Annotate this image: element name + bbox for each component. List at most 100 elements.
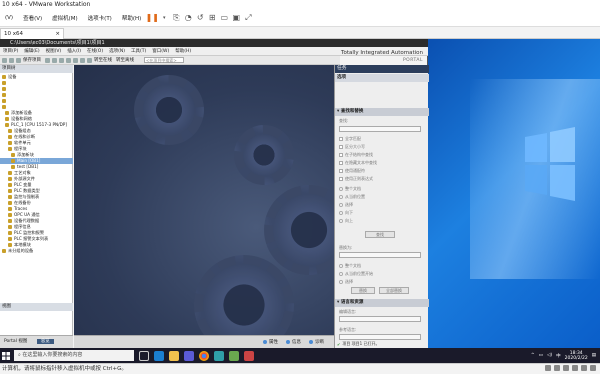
library-icon[interactable]: ▭ [219, 13, 229, 23]
tia-portal-taskbar-icon[interactable] [214, 350, 224, 361]
snapshot-icon[interactable]: ◔ [183, 13, 193, 23]
properties-tab[interactable]: 属性 [263, 339, 278, 345]
manage-snapshots-icon[interactable]: ⊞ [207, 13, 217, 23]
tia-menu-project[interactable]: 项目(P) [0, 48, 21, 54]
gear-graphic [234, 125, 294, 185]
tia-menu-view[interactable]: 视图(V) [43, 48, 65, 54]
close-icon[interactable]: × [55, 29, 60, 39]
vm-menu-vm[interactable]: 虚拟机(M) [47, 14, 83, 22]
vm-menu-file[interactable]: (V) [0, 15, 18, 21]
tree-item[interactable]: 未分组的设备 [0, 248, 73, 254]
cdrom-icon[interactable] [554, 365, 560, 371]
work-area[interactable] [74, 65, 334, 335]
portal-view-button[interactable]: Portal 视图 总览 [0, 335, 73, 348]
project-tree-list: 设备 添加新设备 设备和网络 PLC_1 [CPU 1517-3 PN/DP] 设备组态… [0, 74, 73, 254]
find-option-checkbox[interactable]: 使用通配符 [339, 168, 365, 174]
tia-menu-tools[interactable]: 工具(T) [128, 48, 149, 54]
task-view-icon[interactable] [139, 350, 149, 361]
edit-language-select[interactable] [339, 316, 421, 322]
find-option-checkbox[interactable]: 全字匹配 [339, 136, 361, 142]
find-option-checkbox[interactable]: 在子结构中查找 [339, 152, 373, 158]
fullscreen-icon[interactable]: ⤢ [243, 13, 253, 23]
info-tab[interactable]: 信息 [286, 339, 301, 345]
ref-language-select[interactable] [339, 334, 421, 340]
tia-menu-help[interactable]: 帮助(H) [172, 48, 194, 54]
diagnostics-tab[interactable]: 诊断 [309, 339, 324, 345]
replace-input[interactable] [339, 252, 421, 258]
cut-icon[interactable] [45, 57, 50, 63]
vm-menu-help[interactable]: 帮助(H) [117, 14, 146, 22]
dropdown-icon[interactable]: ▾ [159, 13, 169, 23]
notifications-icon[interactable]: ▤ [592, 353, 596, 358]
send-keys-icon[interactable]: ⎘ [171, 13, 181, 23]
find-input[interactable] [339, 126, 421, 132]
network-icon[interactable]: ▭ [539, 353, 543, 358]
chevron-up-icon[interactable]: ^ [531, 353, 535, 358]
find-replace-title: 查找和替换 [340, 109, 364, 114]
hdd-icon[interactable] [545, 365, 551, 371]
folder-icon [8, 195, 12, 199]
project-opened-status: ✔ 项目 项目1 已打开。 [337, 341, 379, 347]
find-option-checkbox[interactable]: 在隐藏文本中查找 [339, 160, 377, 166]
display-icon[interactable] [590, 365, 596, 371]
open-project-icon[interactable] [9, 57, 14, 63]
input-method-icon[interactable]: 中 [556, 353, 561, 359]
replace-all-button[interactable]: 全部替换 [379, 287, 409, 294]
brand-line-1: Totally Integrated Automation [341, 50, 423, 56]
chrome-icon[interactable] [199, 350, 209, 361]
go-online-button[interactable]: 转至在线 [94, 57, 112, 63]
copy-icon[interactable] [52, 57, 57, 63]
find-replace-section[interactable]: ▾ 查找和替换 [335, 108, 429, 116]
network-adapter-icon[interactable] [563, 365, 569, 371]
console-icon[interactable]: ▣ [231, 13, 241, 23]
paste-icon[interactable] [59, 57, 64, 63]
replace-scope-2[interactable]: 从当前位置开始 [339, 271, 373, 277]
app-icon[interactable] [229, 350, 239, 361]
download-icon[interactable] [87, 57, 92, 63]
vm-tab[interactable]: 10 x64 × [0, 28, 64, 39]
usb-icon[interactable] [572, 365, 578, 371]
sound-icon[interactable] [581, 365, 587, 371]
find-option-checkbox[interactable]: 区分大小写 [339, 144, 365, 150]
radio [339, 219, 343, 223]
file-explorer-icon[interactable] [169, 350, 179, 361]
pause-icon[interactable]: ❚❚ [146, 13, 159, 23]
overview-tab[interactable]: 总览 [36, 339, 54, 344]
tia-menu-window[interactable]: 窗口(W) [149, 48, 172, 54]
project-search-input[interactable]: <在项目中搜索> [144, 57, 184, 63]
go-offline-button[interactable]: 转至离线 [116, 57, 134, 63]
taskbar-search-input[interactable]: ⌕ 在这里输入你要搜索的内容 [14, 350, 134, 361]
find-direction-radio[interactable]: 向下 [339, 210, 353, 216]
save-icon[interactable] [16, 57, 21, 63]
vm-menu-tabs[interactable]: 选项卡(T) [83, 14, 117, 22]
find-button[interactable]: 查找 [365, 231, 395, 238]
compile-icon[interactable] [80, 57, 85, 63]
store-icon[interactable] [184, 350, 194, 361]
clock[interactable]: 18:34 2020/2/22 [565, 351, 588, 361]
new-project-icon[interactable] [2, 57, 7, 63]
edge-icon[interactable] [154, 350, 164, 361]
find-direction-radio[interactable]: 向上 [339, 218, 353, 224]
tia-menu-options[interactable]: 选项(N) [106, 48, 128, 54]
replace-scope-3[interactable]: 选择 [339, 279, 353, 285]
languages-section[interactable]: ▾ 语言和资源 [335, 299, 429, 307]
find-option-checkbox[interactable]: 使用正则表达式 [339, 176, 373, 182]
redo-icon[interactable] [73, 57, 78, 63]
volume-icon[interactable]: ◁) [547, 353, 552, 358]
start-button[interactable] [0, 348, 12, 363]
undo-icon[interactable] [66, 57, 71, 63]
vm-menu-view[interactable]: 查看(V) [18, 14, 47, 22]
find-scope-radio[interactable]: 选择 [339, 202, 353, 208]
save-project-button[interactable]: 保存项目 [23, 57, 41, 63]
revert-snapshot-icon[interactable]: ↺ [195, 13, 205, 23]
tia-menu-insert[interactable]: 插入(I) [64, 48, 84, 54]
replace-button[interactable]: 替换 [351, 287, 375, 294]
replace-scope-1[interactable]: 整个文档 [339, 263, 361, 269]
app-icon[interactable] [244, 350, 254, 361]
guest-screen[interactable]: C:\Users\ec03\Documents\项目1\项目1 项目(P) 编辑… [0, 39, 600, 363]
tia-menu-online[interactable]: 在线(O) [84, 48, 106, 54]
find-scope-radio[interactable]: 从当前位置 [339, 194, 365, 200]
tree-item[interactable]: PLC_1 [CPU 1517-3 PN/DP] [0, 122, 73, 128]
tia-menu-edit[interactable]: 编辑(E) [21, 48, 42, 54]
find-scope-radio[interactable]: 整个文档 [339, 186, 361, 192]
